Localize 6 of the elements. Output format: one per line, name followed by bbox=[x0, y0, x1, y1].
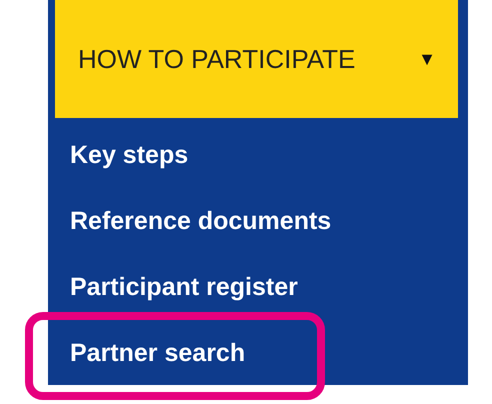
menu-button[interactable]: HOW TO PARTICIPATE ▼ bbox=[55, 0, 458, 118]
menu-item[interactable]: Reference documents bbox=[70, 206, 332, 236]
menu-item[interactable]: Partner search bbox=[70, 338, 246, 368]
caret-icon: ▼ bbox=[418, 48, 436, 70]
menu-item[interactable]: Participant register bbox=[70, 272, 298, 302]
menu-item[interactable]: Key steps bbox=[70, 140, 188, 170]
